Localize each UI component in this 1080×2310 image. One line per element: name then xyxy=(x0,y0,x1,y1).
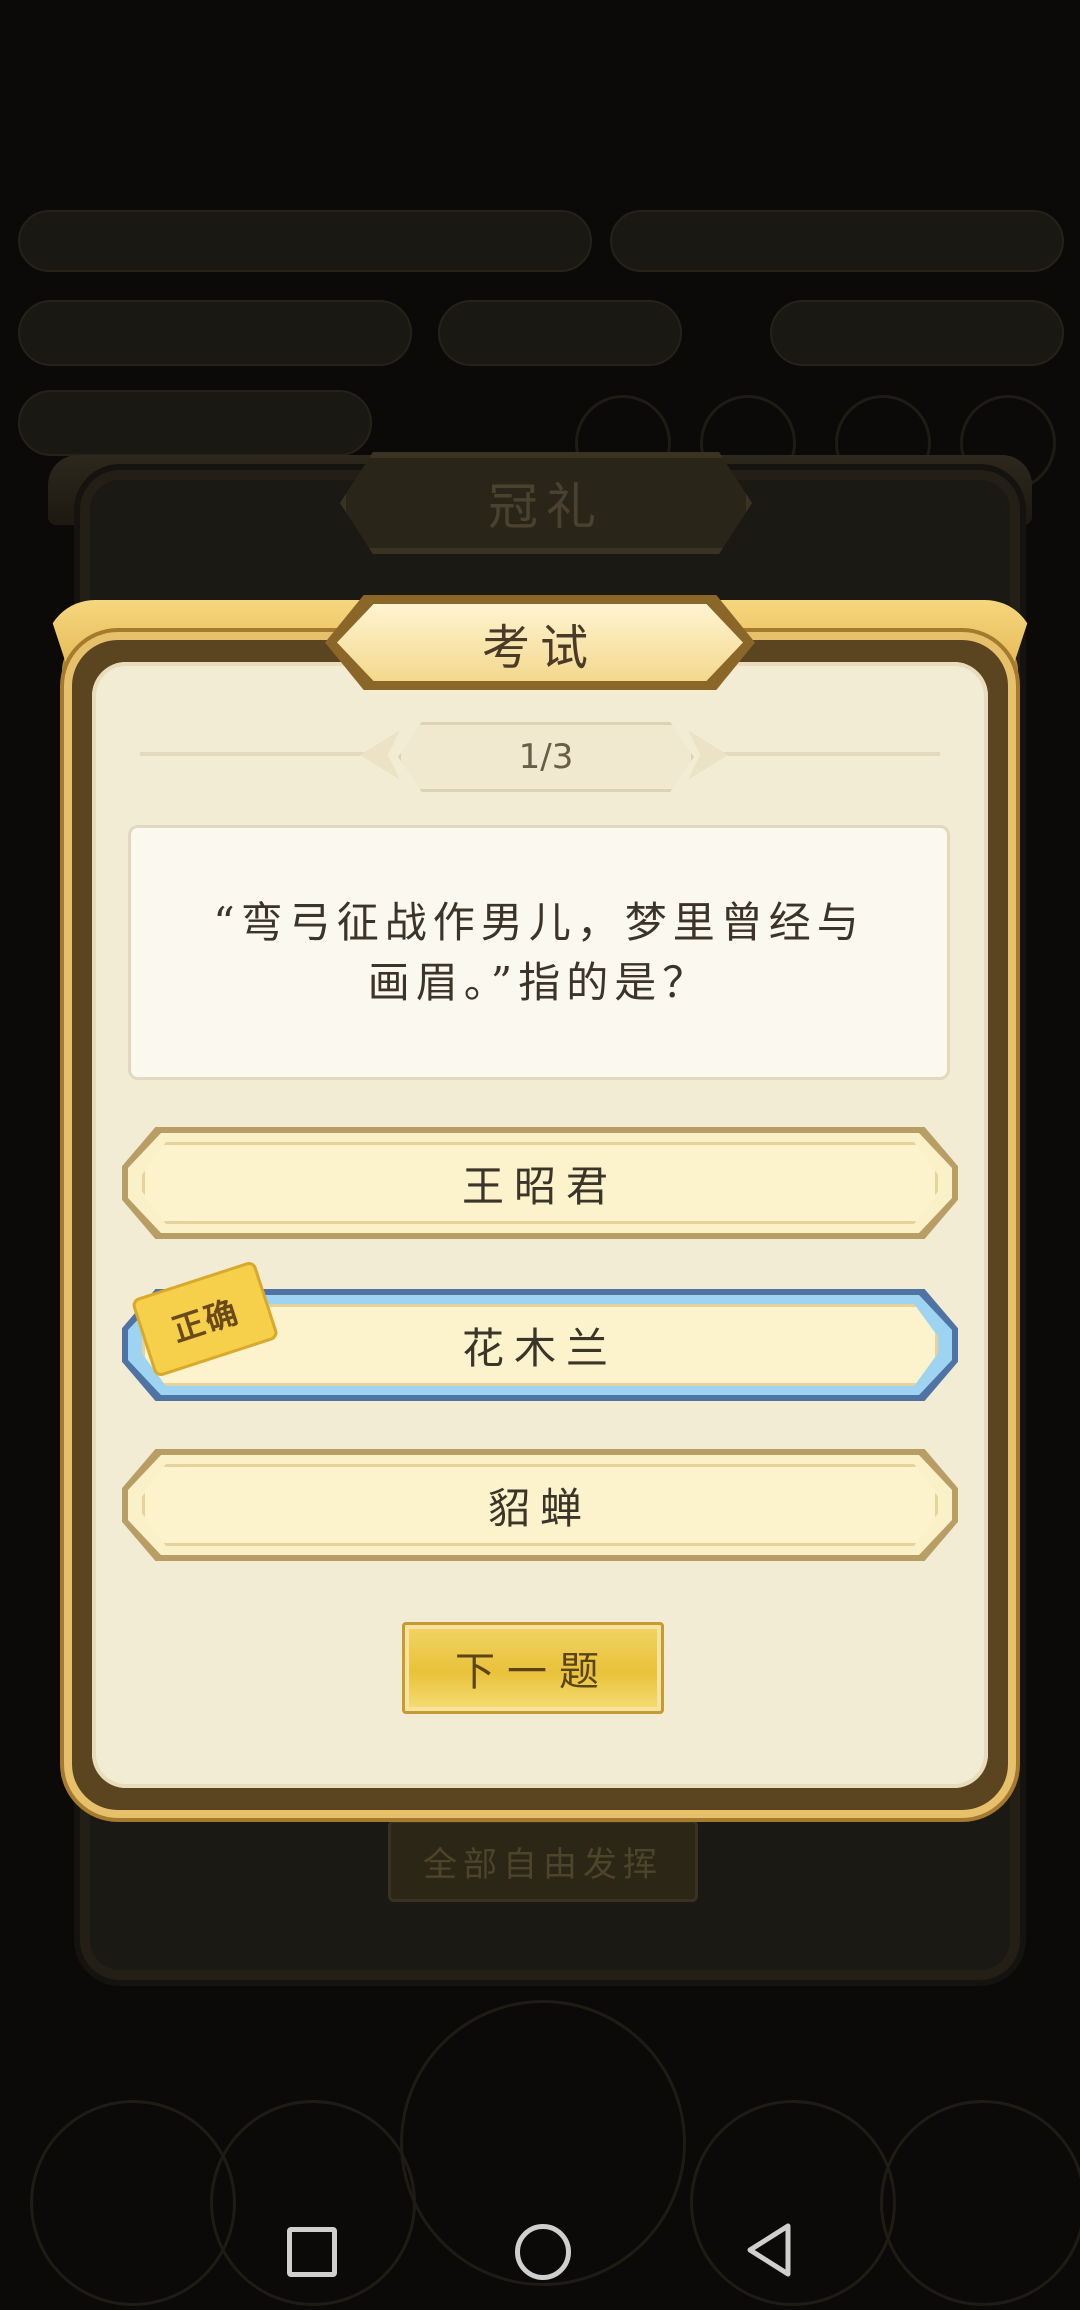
bg-stat-bar-1 xyxy=(18,300,412,366)
bg-bottom-circle-right2 xyxy=(880,2100,1080,2306)
bg-bottom-circle-left xyxy=(30,2100,236,2306)
back-icon[interactable] xyxy=(740,2220,800,2280)
next-question-button[interactable]: 下一题 xyxy=(402,1622,664,1714)
progress-line-left xyxy=(140,752,380,756)
back-frame-title: 冠礼 xyxy=(340,452,752,554)
bg-stat-bar-3 xyxy=(770,300,1064,366)
recent-apps-icon[interactable] xyxy=(287,2227,337,2277)
bg-top-bar-left xyxy=(18,210,592,272)
free-play-button: 全部自由发挥 xyxy=(388,1820,698,1902)
progress-line-right xyxy=(705,752,940,756)
progress-indicator: 1/3 xyxy=(398,722,694,792)
bg-top-bar-right xyxy=(610,210,1064,272)
bg-stat-bar-2 xyxy=(438,300,682,366)
option-3-button[interactable]: 貂蝉 xyxy=(142,1464,938,1546)
bg-stat-bar-4 xyxy=(18,390,372,456)
option-1-button[interactable]: 王昭君 xyxy=(142,1142,938,1224)
question-text: “弯弓征战作男儿，梦里曾经与画眉。”指的是？ xyxy=(128,825,950,1080)
home-icon[interactable] xyxy=(515,2224,571,2280)
dialog-title: 考试 xyxy=(337,604,743,681)
